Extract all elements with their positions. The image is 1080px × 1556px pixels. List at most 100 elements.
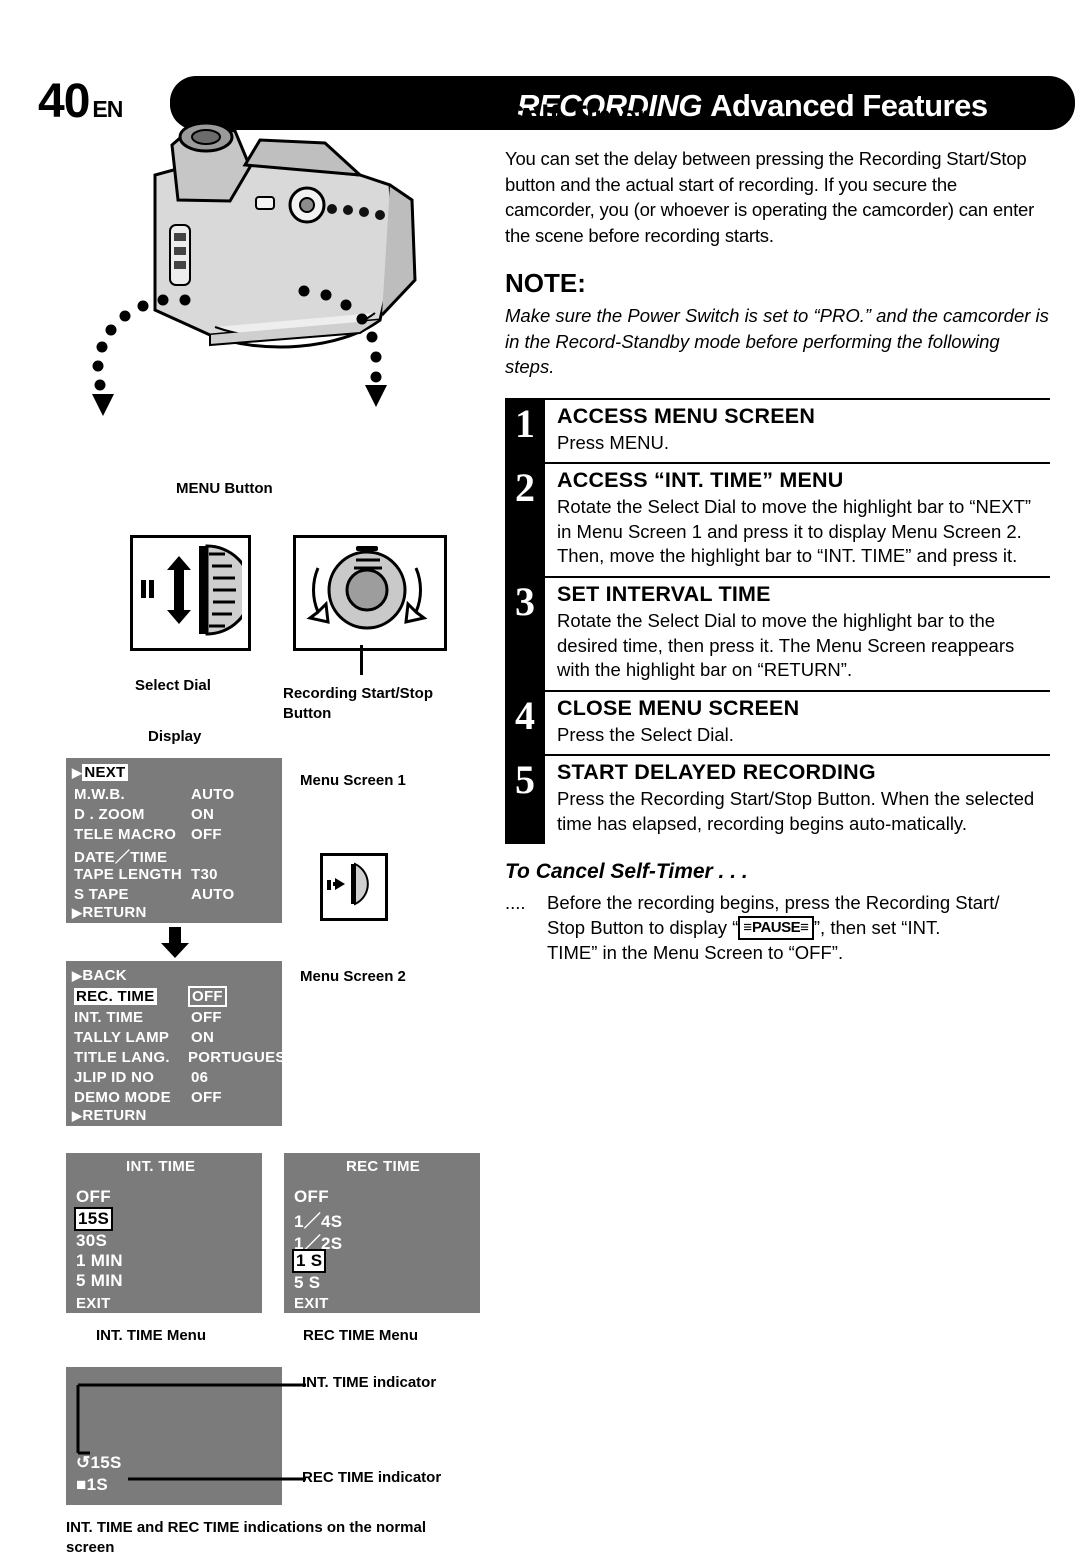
menu-screen-2[interactable]: ▶BACK REC. TIME OFF INT. TIME OFF TALLY … [66,961,296,1126]
cancel-self-timer-body: .... Before the recording begins, press … [505,890,1050,966]
note-body: Make sure the Power Switch is set to “PR… [505,305,1049,378]
menu-button-pointer [92,294,191,416]
menu2-item-3-value: PORTUGUESE [188,1049,297,1066]
menu2-item-2-name[interactable]: TALLY LAMP [74,1029,169,1046]
rec-time-menu-caption: REC TIME Menu [303,1327,418,1344]
menu1-item-4-name[interactable]: TAPE LENGTH [74,866,182,883]
cancel-line-4: TIME” in the Menu Screen to “OFF”. [547,942,844,964]
steps-list: 1 ACCESS MENU SCREEN Press MENU. 2 ACCES… [505,397,1050,844]
int-time-option-1[interactable]: 15S [74,1207,114,1231]
menu2-item-5-name[interactable]: DEMO MODE [74,1089,171,1106]
rec-time-indicator-caption: REC TIME indicator [302,1469,442,1486]
rec-time-option-3[interactable]: 1 S [292,1249,327,1273]
menu2-item-3-name[interactable]: TITLE LANG. [74,1049,170,1066]
cancel-lead: .... [505,891,526,913]
display-label: Display [148,728,202,745]
menu2-item-0-value: OFF [188,986,227,1007]
menu-screen-2-caption: Menu Screen 2 [300,968,406,985]
menu1-item-3-name[interactable]: DATE／TIME [74,846,167,867]
menu2-return-label: RETURN [82,1107,147,1124]
menu1-next-label: NEXT [82,764,128,781]
step-5-body: Press the Recording Start/Stop Button. W… [557,788,1035,834]
menu1-item-2-name[interactable]: TELE MACRO [74,826,176,843]
arrow-right-icon: ▶ [72,968,83,983]
step-2-heading: ACCESS “INT. TIME” MENU [557,468,844,493]
menu2-item-1-name[interactable]: INT. TIME [74,1009,143,1026]
menu1-item-0-value: AUTO [191,786,235,803]
step-3-number: 3 [515,578,535,624]
rec-time-menu[interactable]: REC TIME OFF 1／4S 1／2S 1 S 5 S EXIT [284,1153,480,1313]
int-time-menu-caption: INT. TIME Menu [96,1327,206,1344]
right-column: Self-Timer You can set the delay between… [505,100,1050,965]
menu1-return-row[interactable]: ▶RETURN [72,904,147,921]
menu2-item-1-value: OFF [191,1009,222,1026]
note-label: NOTE: [505,268,586,299]
int-time-option-0[interactable]: OFF [76,1187,111,1207]
step-4-number: 4 [515,692,535,738]
recording-button-icon-box [293,535,447,651]
bottom-caption-line-2: screen [66,1539,115,1556]
int-time-menu[interactable]: INT. TIME OFF 15S 30S 1 MIN 5 MIN EXIT [66,1153,262,1313]
menu2-item-4-value: 06 [191,1069,209,1086]
section-title: Self-Timer [505,100,649,133]
rec-time-exit[interactable]: EXIT [294,1295,329,1312]
step-1: 1 ACCESS MENU SCREEN Press MENU. [505,397,1050,463]
step-2-number: 2 [515,465,535,511]
menu1-next-row[interactable]: ▶ NEXT [72,764,128,781]
step-1-heading: ACCESS MENU SCREEN [557,403,816,428]
menu1-item-1-value: ON [191,806,215,823]
step-3-heading: SET INTERVAL TIME [557,581,771,606]
menu1-item-4-value: T30 [191,866,218,883]
indicator-leader-lines [76,1383,306,1481]
int-time-menu-title: INT. TIME [126,1158,196,1175]
int-time-exit[interactable]: EXIT [76,1295,111,1312]
step-5-number: 5 [515,757,535,803]
step-5-heading: START DELAYED RECORDING [557,760,876,785]
cancel-line-3: ”, then set “INT. [813,916,941,938]
page-header: 40 EN RECORDING Advanced Features (cont.) [0,36,1080,159]
menu1-item-0-name[interactable]: M.W.B. [74,786,125,803]
int-time-option-4[interactable]: 5 MIN [76,1271,123,1291]
menu2-item-0-name[interactable]: REC. TIME [74,988,157,1005]
int-time-option-2[interactable]: 30S [76,1231,107,1251]
menu2-item-4-name[interactable]: JLIP ID NO [74,1069,154,1086]
recording-button-label-1: Recording Start/Stop [283,685,434,702]
recording-button-label-2: Button [283,705,332,722]
step-1-number: 1 [515,400,535,446]
menu2-back-label: BACK [82,967,127,984]
arrow-right-icon: ▶ [72,1108,83,1123]
step-4-body: Press the Select Dial. [557,723,734,745]
step-3: 3 SET INTERVAL TIME Rotate the Select Di… [505,575,1050,690]
int-time-option-3[interactable]: 1 MIN [76,1251,123,1271]
cancel-self-timer-title: To Cancel Self-Timer . . . [505,859,748,883]
arrow-right-icon: ▶ [72,905,83,920]
step-1-body: Press MENU. [557,431,670,453]
menu2-return-row[interactable]: ▶RETURN [72,1107,147,1124]
recording-button-leader-line [360,645,363,675]
rec-time-option-4[interactable]: 5 S [294,1273,320,1293]
select-dial-icon [141,544,253,636]
intro-paragraph: You can set the delay between pressing t… [505,148,1035,246]
step-4-heading: CLOSE MENU SCREEN [557,695,800,720]
pause-indicator: ≡PAUSE≡ [738,915,814,941]
recording-start-stop-icon [306,546,428,630]
display-icon-box [320,853,388,921]
rec-time-option-0[interactable]: OFF [294,1187,329,1207]
step-5: 5 START DELAYED RECORDING Press the Reco… [505,754,1050,843]
menu2-back-row[interactable]: ▶BACK [72,967,127,984]
pause-label: PAUSE [752,918,801,936]
flow-down-arrow-icon [161,927,189,958]
menu-screen-1[interactable]: ▶ NEXT M.W.B. AUTO D . ZOOM ON TELE MACRO… [66,758,282,923]
select-dial-icon-box [130,535,253,651]
step-4: 4 CLOSE MENU SCREEN Press the Select Dia… [505,689,1050,755]
menu2-item-2-value: ON [191,1029,215,1046]
menu1-item-5-name[interactable]: S TAPE [74,886,129,903]
press-dial-icon [327,862,369,906]
select-dial-pointer [298,285,387,407]
menu1-item-5-value: AUTO [191,886,235,903]
step-2: 2 ACCESS “INT. TIME” MENU Rotate the Sel… [505,462,1050,576]
menu1-item-1-name[interactable]: D . ZOOM [74,806,145,823]
rec-time-menu-title: REC TIME [346,1158,421,1175]
select-dial-label: Select Dial [135,677,211,694]
bottom-caption-line-1: INT. TIME and REC TIME indications on th… [66,1519,427,1536]
